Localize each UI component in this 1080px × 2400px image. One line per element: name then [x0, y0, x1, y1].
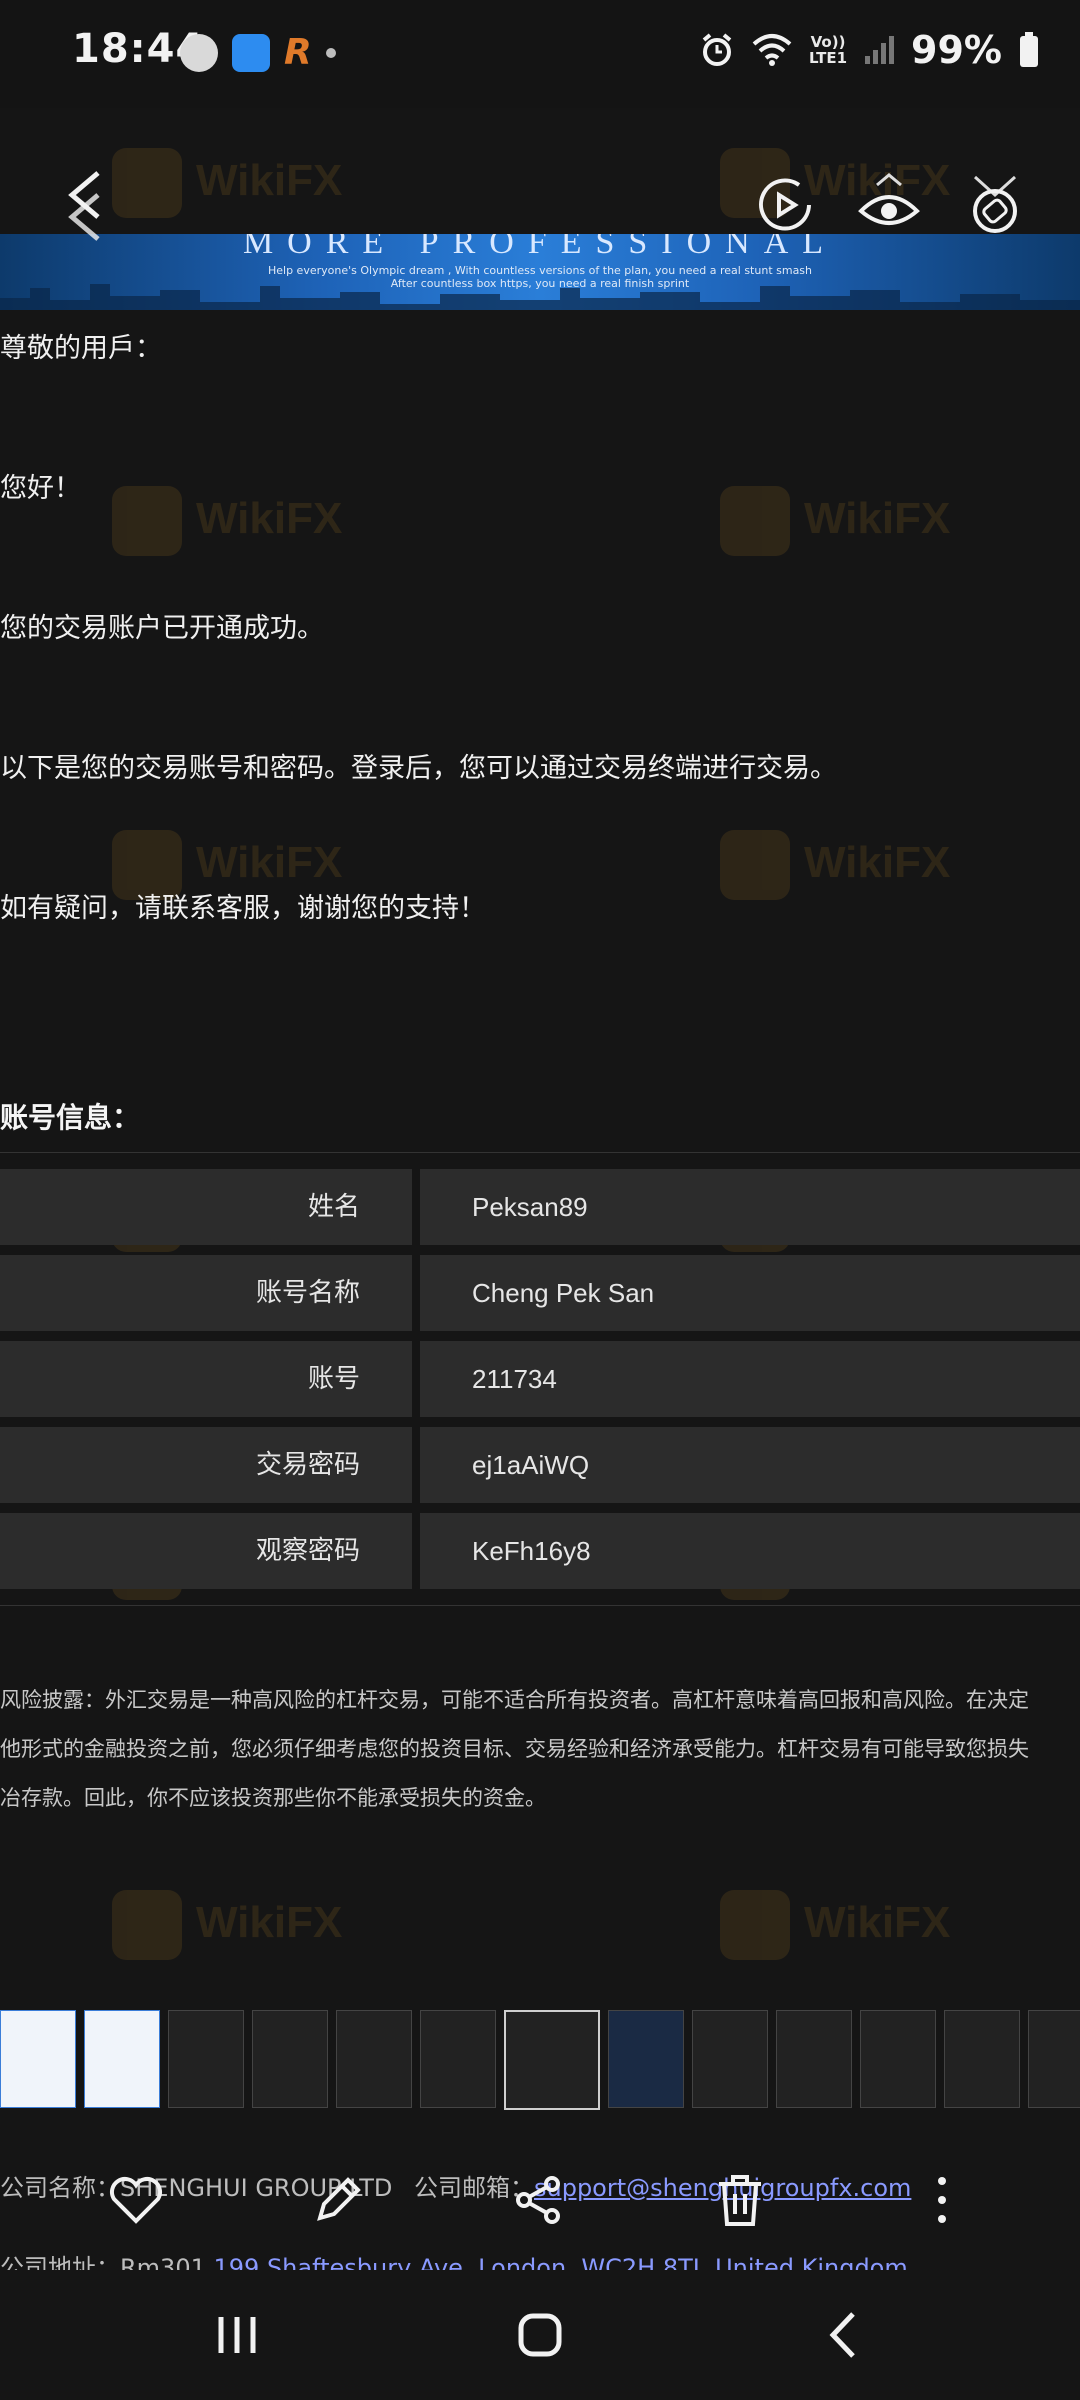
support-contact-text: 如有疑问，请联系客服，谢谢您的支持！	[0, 893, 486, 924]
favorite-button[interactable]	[96, 2160, 176, 2240]
chevron-left-icon	[68, 171, 100, 241]
risk-line: 风险披露：外汇交易是一种高风险的杠杆交易，可能不适合所有投资者。高杠杆意味着高回…	[0, 1688, 1029, 1712]
table-row: 账号名称 Cheng Pek San	[0, 1255, 1080, 1331]
volte-label: Vo))	[810, 33, 846, 51]
recent-apps-icon	[218, 2317, 256, 2353]
thumbnail[interactable]	[944, 2010, 1020, 2108]
thumbnail[interactable]	[0, 2010, 76, 2108]
alarm-icon	[702, 33, 732, 66]
row-value: 211734	[420, 1341, 1080, 1417]
trash-icon	[719, 2175, 761, 2226]
risk-line: 冶存款。回此，你不应该投资那些你不能承受损失的资金。	[0, 1786, 546, 1810]
thumbnail-strip[interactable]	[0, 2010, 1080, 2112]
watermark: WikiFX	[720, 820, 950, 910]
viewer-toolbar	[0, 140, 1080, 280]
status-bar: 18:44 R Vo)) LTE1 99%	[0, 0, 1080, 108]
pencil-icon	[317, 2177, 361, 2221]
system-navigation-bar	[0, 2270, 1080, 2400]
back-button[interactable]	[40, 160, 130, 250]
signal-icon	[865, 36, 895, 64]
volte-lte-indicator: Vo)) LTE1	[809, 34, 847, 66]
system-back-button[interactable]	[798, 2300, 888, 2370]
recent-apps-button[interactable]	[192, 2300, 282, 2370]
greeting-text: 尊敬的用戶：	[0, 333, 162, 364]
thumbnail[interactable]	[860, 2010, 936, 2108]
thumbnail[interactable]	[168, 2010, 244, 2108]
account-opened-text: 您的交易账户已开通成功。	[0, 613, 324, 644]
thumbnail[interactable]	[336, 2010, 412, 2108]
home-button[interactable]	[495, 2300, 585, 2370]
thumbnail[interactable]	[84, 2010, 160, 2108]
edit-button[interactable]	[298, 2160, 378, 2240]
row-value: Cheng Pek San	[420, 1255, 1080, 1331]
watermark: WikiFX	[112, 1880, 342, 1970]
row-value: ej1aAiWQ	[420, 1427, 1080, 1503]
viewer-action-bar	[0, 2150, 1080, 2250]
thumbnail-current[interactable]	[504, 2010, 600, 2110]
status-system-icons: Vo)) LTE1 99%	[699, 28, 1040, 72]
table-row: 账号 211734	[0, 1341, 1080, 1417]
watermark: WikiFX	[112, 476, 342, 566]
skyline-graphic	[0, 284, 1080, 310]
notification-r-icon: R	[284, 32, 312, 73]
remaster-button[interactable]	[950, 160, 1040, 250]
row-label: 观察密码	[0, 1513, 412, 1589]
thumbnail[interactable]	[692, 2010, 768, 2108]
more-options-button[interactable]	[902, 2160, 982, 2240]
row-label: 账号名称	[0, 1255, 412, 1331]
delete-button[interactable]	[700, 2160, 780, 2240]
hello-text: 您好！	[0, 473, 81, 504]
thumbnail[interactable]	[252, 2010, 328, 2108]
notification-app-icon	[180, 33, 218, 72]
remaster-icon	[973, 175, 1017, 233]
notification-dot-icon	[325, 47, 336, 58]
play-motion-icon	[759, 178, 811, 231]
table-row: 观察密码 KeFh16y8	[0, 1513, 1080, 1589]
table-row: 交易密码 ej1aAiWQ	[0, 1427, 1080, 1503]
account-info-intro-text: 以下是您的交易账号和密码。登录后，您可以通过交易终端进行交易。	[0, 753, 837, 784]
heart-icon	[110, 2177, 162, 2224]
status-notification-icons: R	[180, 32, 336, 73]
row-value: Peksan89	[420, 1169, 1080, 1245]
row-value: KeFh16y8	[420, 1513, 1080, 1589]
view-button[interactable]	[844, 160, 934, 250]
thumbnail[interactable]	[608, 2010, 684, 2108]
account-section-title: 账号信息：	[0, 1101, 141, 1134]
eye-icon	[858, 173, 920, 225]
play-motion-button[interactable]	[740, 160, 830, 250]
account-info-table: 姓名 Peksan89 账号名称 Cheng Pek San 账号 211734…	[0, 1152, 1080, 1606]
battery-percent: 99%	[911, 28, 1002, 72]
share-button[interactable]	[498, 2160, 578, 2240]
share-icon	[516, 2176, 560, 2224]
notification-chat-icon	[232, 33, 270, 72]
more-vertical-icon	[938, 2177, 946, 2223]
watermark: WikiFX	[720, 476, 950, 566]
row-label: 交易密码	[0, 1427, 412, 1503]
row-label: 姓名	[0, 1169, 412, 1245]
risk-line: 他形式的金融投资之前，您必须仔细考虑您的投资目标、交易经验和经济承受能力。杠杆交…	[0, 1737, 1029, 1761]
row-label: 账号	[0, 1341, 412, 1417]
risk-disclosure: 风险披露：外汇交易是一种高风险的杠杆交易，可能不适合所有投资者。高杠杆意味着高回…	[0, 1676, 1080, 1823]
thumbnail[interactable]	[776, 2010, 852, 2108]
thumbnail[interactable]	[420, 2010, 496, 2108]
wifi-icon	[752, 34, 792, 66]
back-arrow-icon	[829, 2312, 855, 2358]
thumbnail[interactable]	[1028, 2010, 1080, 2108]
home-icon	[518, 2313, 562, 2357]
lte-label: LTE1	[809, 49, 848, 67]
battery-icon	[1020, 32, 1038, 67]
watermark: WikiFX	[720, 1880, 950, 1970]
table-row: 姓名 Peksan89	[0, 1169, 1080, 1245]
